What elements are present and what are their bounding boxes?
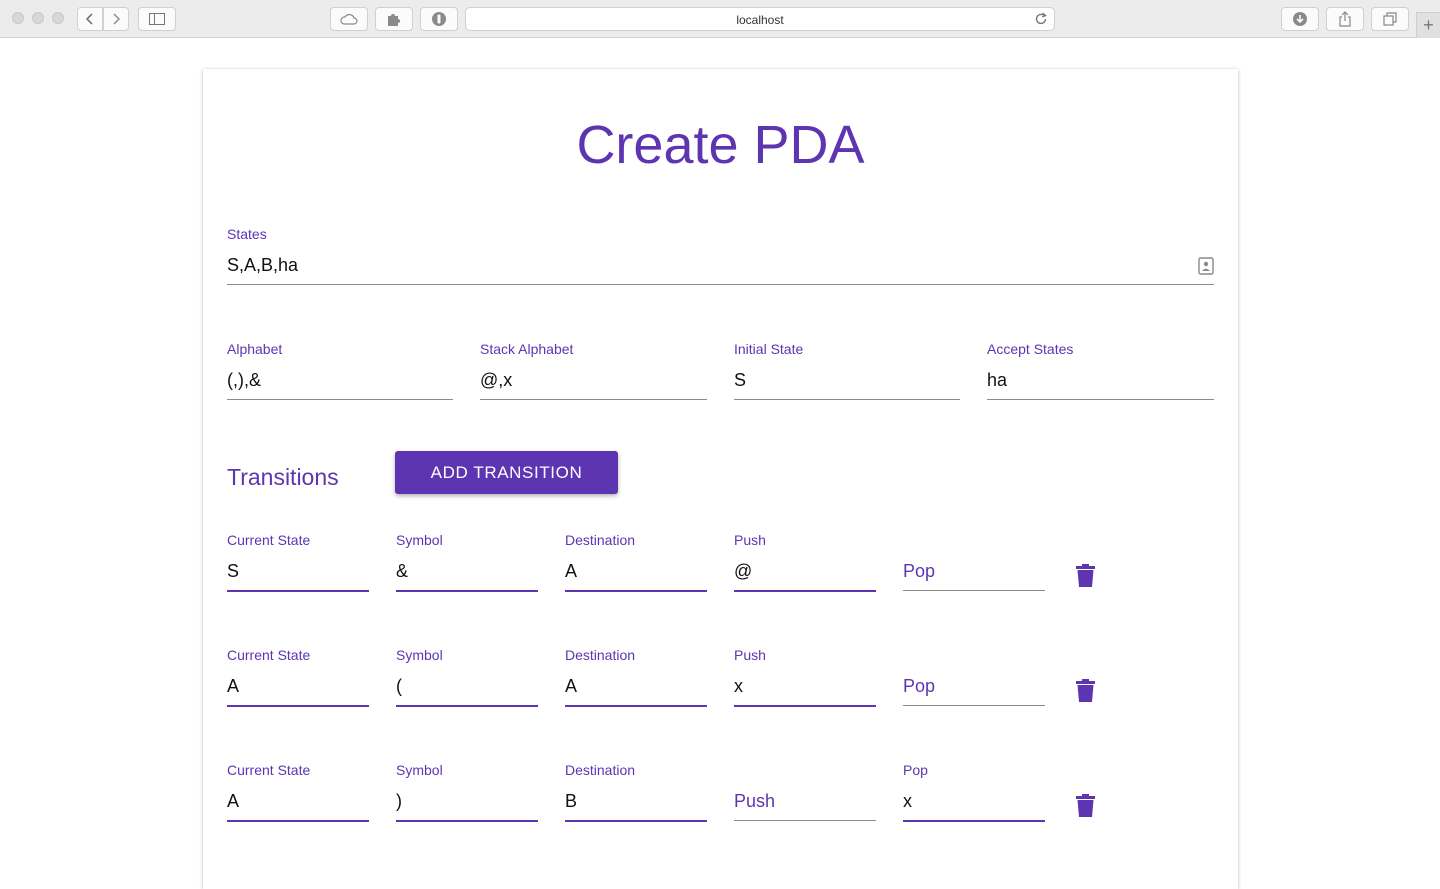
transition-3-push-underline xyxy=(734,820,876,821)
address-bar[interactable]: localhost xyxy=(465,7,1055,31)
transition-2-destination-label: Destination xyxy=(565,647,636,663)
delete-transition-3-icon[interactable] xyxy=(1076,794,1095,822)
puzzle-icon xyxy=(388,14,400,26)
initial-state-underline xyxy=(734,399,960,400)
transition-1-destination-input[interactable]: A xyxy=(565,561,577,582)
stack-alphabet-input[interactable]: @,x xyxy=(480,370,512,391)
transition-2-destination-input[interactable]: A xyxy=(565,676,577,697)
transition-3-destination-label: Destination xyxy=(565,762,636,778)
transition-2-push-label: Push xyxy=(734,647,766,663)
create-pda-card: Create PDA States S,A,B,ha Alphabet (,),… xyxy=(203,69,1238,889)
transition-3-destination-underline xyxy=(565,820,707,822)
transition-2-pop-input[interactable]: Pop xyxy=(903,676,935,697)
delete-transition-1-icon[interactable] xyxy=(1076,564,1095,592)
alphabet-input[interactable]: (,),& xyxy=(227,370,261,391)
transition-3-symbol-input[interactable]: ) xyxy=(396,791,402,812)
download-icon xyxy=(1293,12,1307,26)
states-input[interactable]: S,A,B,ha xyxy=(227,255,298,276)
sidebar-icon xyxy=(149,13,165,25)
transition-3-symbol-underline xyxy=(396,820,538,822)
transition-1-push-label: Push xyxy=(734,532,766,548)
transition-2-symbol-label: Symbol xyxy=(396,647,443,663)
transition-1-symbol-input[interactable]: & xyxy=(396,561,408,582)
browser-toolbar: localhost + xyxy=(0,0,1440,38)
extension-button[interactable] xyxy=(375,7,413,31)
privacy-extension-button[interactable] xyxy=(420,7,458,31)
transition-3-pop-input[interactable]: x xyxy=(903,791,912,812)
cloud-icon xyxy=(340,14,358,25)
transition-2-current-state-input[interactable]: A xyxy=(227,676,239,697)
transitions-title: Transitions xyxy=(227,464,339,490)
transition-1-current-state-input[interactable]: S xyxy=(227,561,239,582)
delete-transition-2-icon[interactable] xyxy=(1076,679,1095,707)
transition-2-pop-underline xyxy=(903,705,1045,706)
chevron-left-icon xyxy=(85,13,93,25)
stack-alphabet-underline xyxy=(480,399,707,400)
alphabet-underline xyxy=(227,399,453,400)
share-button[interactable] xyxy=(1326,7,1364,31)
transition-2-current-state-label: Current State xyxy=(227,647,311,663)
sidebar-toggle-button[interactable] xyxy=(138,7,176,31)
minimize-window-button[interactable] xyxy=(32,12,44,24)
transition-3-destination-input[interactable]: B xyxy=(565,791,577,812)
transition-1-destination-label: Destination xyxy=(565,532,636,548)
transition-3-current-state-input[interactable]: A xyxy=(227,791,239,812)
chevron-right-icon xyxy=(113,13,121,25)
address-bar-url: localhost xyxy=(736,13,784,27)
add-transition-button[interactable]: ADD TRANSITION xyxy=(395,451,618,494)
accept-states-input[interactable]: ha xyxy=(987,370,1007,391)
stack-alphabet-label: Stack Alphabet xyxy=(480,341,574,357)
new-tab-button[interactable]: + xyxy=(1416,12,1440,38)
transition-1-push-input[interactable]: @ xyxy=(734,561,752,582)
hand-shield-icon xyxy=(432,12,446,26)
plus-icon: + xyxy=(1423,15,1434,35)
page-title: Create PDA xyxy=(576,115,865,175)
transition-2-symbol-input[interactable]: ( xyxy=(396,676,402,697)
downloads-button[interactable] xyxy=(1281,7,1319,31)
transition-1-current-state-underline xyxy=(227,590,369,592)
transition-1-symbol-label: Symbol xyxy=(396,532,443,548)
transition-1-pop-input[interactable]: Pop xyxy=(903,561,935,582)
initial-state-input[interactable]: S xyxy=(734,370,746,391)
transition-3-pop-label: Pop xyxy=(903,762,928,778)
transition-1-current-state-label: Current State xyxy=(227,532,311,548)
initial-state-label: Initial State xyxy=(734,341,804,357)
close-window-button[interactable] xyxy=(12,12,24,24)
transition-2-symbol-underline xyxy=(396,705,538,707)
accept-states-underline xyxy=(987,399,1214,400)
forward-button[interactable] xyxy=(103,7,129,31)
contact-card-icon xyxy=(1198,257,1214,280)
transition-1-symbol-underline xyxy=(396,590,538,592)
states-label: States xyxy=(227,226,267,242)
states-underline xyxy=(227,284,1214,285)
zoom-window-button[interactable] xyxy=(52,12,64,24)
share-icon xyxy=(1339,11,1351,27)
transition-3-push-input[interactable]: Push xyxy=(734,791,775,812)
transition-1-pop-underline xyxy=(903,590,1045,591)
transition-1-destination-underline xyxy=(565,590,707,592)
reload-icon[interactable] xyxy=(1034,12,1048,31)
transition-2-push-underline xyxy=(734,705,876,707)
transition-3-symbol-label: Symbol xyxy=(396,762,443,778)
transition-1-push-underline xyxy=(734,590,876,592)
tabs-overview-button[interactable] xyxy=(1371,7,1409,31)
transition-3-current-state-underline xyxy=(227,820,369,822)
icloud-tabs-button[interactable] xyxy=(330,7,368,31)
transition-2-current-state-underline xyxy=(227,705,369,707)
transition-2-destination-underline xyxy=(565,705,707,707)
alphabet-label: Alphabet xyxy=(227,341,283,357)
accept-states-label: Accept States xyxy=(987,341,1074,357)
transition-2-push-input[interactable]: x xyxy=(734,676,743,697)
tabs-icon xyxy=(1383,12,1397,26)
transition-3-current-state-label: Current State xyxy=(227,762,311,778)
transition-3-pop-underline xyxy=(903,820,1045,822)
back-button[interactable] xyxy=(77,7,103,31)
